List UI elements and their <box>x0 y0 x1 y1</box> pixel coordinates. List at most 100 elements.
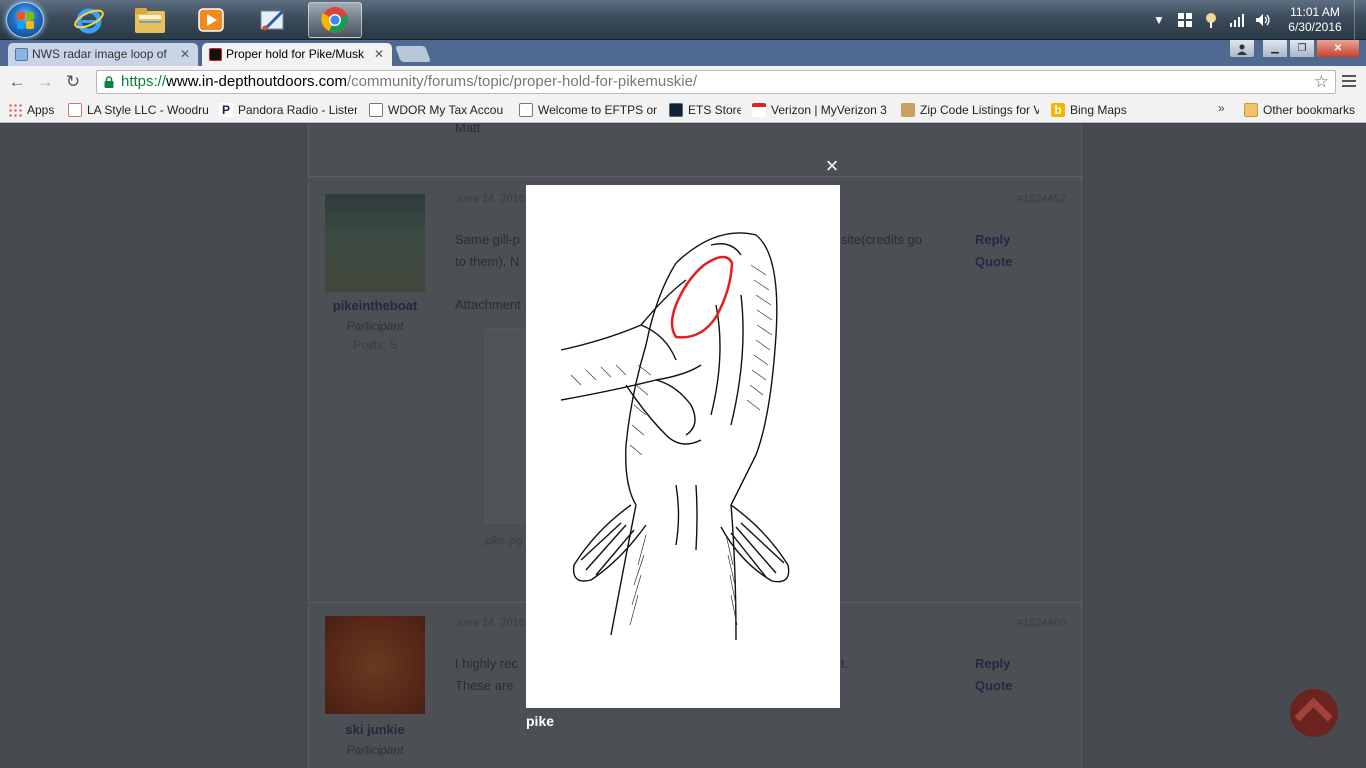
tab-proper-hold[interactable]: Proper hold for Pike/Musk ✕ <box>202 43 392 66</box>
bookmark-label: LA Style LLC - Woodru <box>87 103 209 117</box>
tray-expand-icon[interactable]: ▼ <box>1151 12 1167 28</box>
reply-link[interactable]: Reply <box>975 656 1010 671</box>
start-button[interactable] <box>6 2 44 38</box>
apps-grid-icon <box>8 103 22 117</box>
clock-date: 6/30/2016 <box>1288 20 1342 34</box>
restore-button[interactable]: ❐ <box>1289 40 1315 58</box>
zip-icon <box>901 103 915 117</box>
address-bar[interactable]: https://www.in-depthoutdoors.com/communi… <box>96 70 1336 94</box>
quote-link[interactable]: Quote <box>975 678 1013 693</box>
post-author[interactable]: ski junkie <box>325 722 425 737</box>
page-icon <box>369 103 383 117</box>
bookmark-label: Apps <box>27 103 55 117</box>
taskbar-media-player[interactable] <box>184 2 238 38</box>
nws-favicon-icon <box>15 48 28 61</box>
lightbox-caption: pike <box>526 713 555 729</box>
url-scheme: https:// <box>121 73 167 90</box>
lightbox-close-button[interactable]: × <box>822 155 842 177</box>
bookmark-label: Welcome to EFTPS on <box>538 103 657 117</box>
folder-icon <box>1244 103 1258 117</box>
tab-title: Proper hold for Pike/Musk <box>226 47 365 61</box>
post-divider <box>309 176 1083 177</box>
bing-icon: b <box>1051 103 1065 117</box>
taskbar-chrome[interactable] <box>308 2 362 38</box>
secure-lock-icon <box>104 76 114 88</box>
chrome-menu-icon[interactable] <box>1342 75 1356 90</box>
post-text: I highly rec <box>455 656 518 671</box>
forward-arrow-icon[interactable]: → <box>34 72 56 92</box>
scroll-to-top-button[interactable] <box>1290 689 1338 737</box>
bookmark-label: Other bookmarks <box>1263 103 1356 117</box>
clock-time: 11:01 AM <box>1290 5 1340 19</box>
bookmark-label: WDOR My Tax Accou <box>388 103 504 117</box>
bookmark-star-icon[interactable]: ☆ <box>1314 71 1329 93</box>
chrome-icon <box>321 7 348 33</box>
bookmarks-overflow-button[interactable]: » <box>1218 101 1225 115</box>
pandora-icon: P <box>219 103 233 117</box>
reload-icon[interactable]: ↻ <box>62 72 84 92</box>
tab-close-icon[interactable]: ✕ <box>374 43 384 66</box>
author-role: Participant <box>346 319 404 333</box>
new-tab-button[interactable] <box>395 46 431 62</box>
action-center-flag-icon[interactable] <box>1203 12 1219 28</box>
avatar[interactable] <box>325 616 425 714</box>
paint-brush-icon <box>260 9 285 31</box>
taskbar-file-explorer[interactable] <box>123 2 177 38</box>
bookmark-ets-store[interactable]: ETS Store <box>669 102 741 119</box>
post-text: Same gill-p <box>455 232 521 247</box>
bookmark-icon <box>68 103 82 117</box>
windows-taskbar: ▼ 11:01 AM 6/30/2016 <box>0 0 1366 40</box>
browser-tab-strip: NWS radar image loop of ✕ Proper hold fo… <box>0 40 1366 66</box>
verizon-icon <box>752 103 766 117</box>
bookmark-zip-code[interactable]: Zip Code Listings for V <box>901 102 1039 119</box>
tab-close-icon[interactable]: ✕ <box>180 43 190 66</box>
author-post-count: Posts: 5 <box>353 338 397 352</box>
back-arrow-icon[interactable]: ← <box>6 72 28 92</box>
bookmark-eftps[interactable]: Welcome to EFTPS on <box>519 102 657 119</box>
pike-hold-illustration <box>560 232 790 641</box>
bookmark-label: Pandora Radio - Listen <box>238 103 357 117</box>
profile-user-icon[interactable] <box>1229 40 1255 58</box>
folder-icon <box>135 8 165 33</box>
close-window-button[interactable]: ✕ <box>1316 40 1360 58</box>
bookmark-label: Zip Code Listings for V <box>920 103 1039 117</box>
reply-link[interactable]: Reply <box>975 232 1010 247</box>
lightbox-image <box>526 185 840 708</box>
taskbar-internet-explorer[interactable] <box>62 2 116 38</box>
bookmark-pandora[interactable]: P Pandora Radio - Listen <box>219 102 357 119</box>
store-icon <box>669 103 683 117</box>
post-date: June 14, 2016 <box>455 193 525 205</box>
show-desktop-button[interactable] <box>1354 0 1366 40</box>
internet-explorer-icon <box>74 8 104 34</box>
in-depth-outdoors-favicon-icon <box>209 48 222 61</box>
bookmark-bing-maps[interactable]: b Bing Maps <box>1051 102 1133 119</box>
bookmark-apps[interactable]: Apps <box>8 102 62 119</box>
post-author[interactable]: pikeintheboat <box>325 298 425 313</box>
attachment-thumbnail[interactable] <box>485 328 525 524</box>
avatar[interactable] <box>325 194 425 292</box>
quote-link[interactable]: Quote <box>975 254 1013 269</box>
bookmark-label: Verizon | MyVerizon 3 <box>771 103 887 117</box>
bookmark-verizon[interactable]: Verizon | MyVerizon 3 <box>752 102 890 119</box>
attachment-filename[interactable]: pike.jpg <box>485 535 523 547</box>
minimize-button[interactable]: ▁ <box>1262 40 1288 58</box>
windows-update-icon[interactable] <box>1177 12 1193 28</box>
bookmark-label: Bing Maps <box>1070 103 1127 117</box>
bookmark-la-style[interactable]: LA Style LLC - Woodru <box>68 102 210 119</box>
tab-nws-radar[interactable]: NWS radar image loop of ✕ <box>8 43 198 66</box>
post-permalink[interactable]: #1624452 <box>1017 193 1066 205</box>
bookmark-wdor[interactable]: WDOR My Tax Accou <box>369 102 507 119</box>
page-icon <box>519 103 533 117</box>
author-role: Participant <box>346 743 404 757</box>
post-text: Matt <box>455 124 481 135</box>
system-clock[interactable]: 11:01 AM 6/30/2016 <box>1280 5 1350 35</box>
bookmark-label: ETS Store <box>688 103 741 117</box>
post-date: June 14, 2016 <box>455 617 525 629</box>
volume-speaker-icon[interactable] <box>1255 12 1271 28</box>
post-text: These are <box>455 678 514 693</box>
network-signal-icon[interactable] <box>1229 12 1245 28</box>
taskbar-paint-app[interactable] <box>245 2 299 38</box>
other-bookmarks-folder[interactable]: Other bookmarks <box>1244 102 1362 119</box>
media-player-icon <box>198 8 224 32</box>
post-permalink[interactable]: #1624460 <box>1017 617 1066 629</box>
